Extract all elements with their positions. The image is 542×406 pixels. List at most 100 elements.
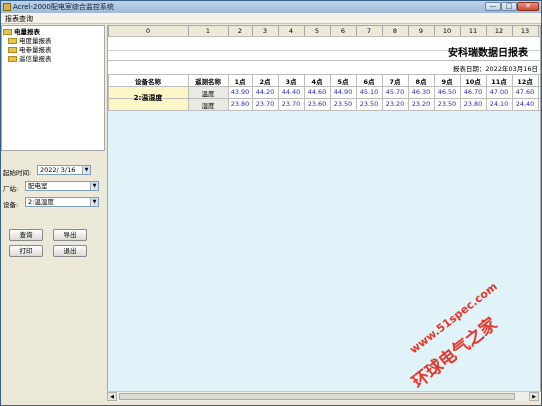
site-value: 配电室 [28, 182, 48, 190]
device-value: 2:温湿度 [28, 198, 54, 206]
column-header: 7 [366, 27, 372, 35]
title-bar[interactable]: Acrel-2000配电室综合监控系统 — □ ✕ [1, 1, 541, 13]
horizontal-scrollbar[interactable]: ◀ ▶ [107, 391, 541, 401]
data-value: 44.40 [281, 88, 301, 96]
data-value: 23.20 [411, 100, 431, 108]
data-value: 46.30 [411, 88, 431, 96]
data-value: 23.50 [359, 100, 379, 108]
data-value: 48 [538, 88, 540, 96]
column-header: 11 [468, 27, 478, 35]
table-header-cell: 10点 [465, 78, 481, 86]
data-value: 23.80 [463, 100, 483, 108]
column-header: 3 [262, 27, 268, 35]
tree-item-label: 遥信量报表 [19, 55, 52, 63]
scroll-left-icon[interactable]: ◀ [107, 392, 117, 401]
tree-root-label: 电量报表 [14, 28, 40, 36]
query-button[interactable]: 查询 [9, 229, 43, 241]
measure-name: 温度 [201, 90, 215, 98]
table-header-cell: 7点 [389, 78, 401, 86]
device-select[interactable]: 2:温湿度 ▼ [25, 197, 99, 207]
data-value: 46.70 [463, 88, 483, 96]
data-value: 44.90 [333, 88, 353, 96]
tree-item-label: 电参量报表 [19, 46, 52, 54]
column-header: 10 [442, 27, 452, 35]
data-value: 45.10 [359, 88, 379, 96]
app-icon [3, 3, 11, 11]
minimize-button[interactable]: — [485, 2, 501, 11]
table-header-cell: 6点 [363, 78, 375, 86]
data-value: 23.80 [230, 100, 250, 108]
data-value: 45.70 [385, 88, 405, 96]
site-label: 厂站: [3, 185, 19, 193]
table-header-cell: 2点 [259, 78, 271, 86]
chevron-down-icon[interactable]: ▼ [90, 198, 98, 206]
start-date-picker[interactable]: 2022/ 3/16 ▼ [37, 165, 91, 175]
data-value: 44.20 [255, 88, 275, 96]
report-title: 安科瑞数据日报表 [448, 48, 528, 59]
table-header-cell: 13 [538, 76, 540, 84]
table-header-cell: 1点 [234, 78, 246, 86]
site-select[interactable]: 配电室 ▼ [25, 181, 99, 191]
table-header-cell: 11点 [491, 78, 507, 86]
tree-item-label: 电度量报表 [19, 37, 52, 45]
column-header: 13 [520, 27, 530, 35]
column-header: 5 [314, 27, 320, 35]
close-button[interactable]: ✕ [517, 2, 539, 11]
scrollbar-thumb[interactable] [119, 393, 515, 400]
tree-item-params[interactable]: 电参量报表 [8, 46, 52, 54]
data-value: 47.00 [489, 88, 509, 96]
measure-name: 湿度 [201, 102, 215, 110]
data-value: 24 [538, 100, 540, 108]
column-header: 1 [205, 27, 211, 35]
window-title: Acrel-2000配电室综合监控系统 [13, 3, 114, 11]
column-header: 0 [145, 27, 151, 35]
device-name: 2:温湿度 [133, 94, 163, 102]
column-header: 9 [418, 27, 424, 35]
data-value: 23.60 [307, 100, 327, 108]
data-value: 23.70 [281, 100, 301, 108]
status-bar [1, 401, 541, 405]
data-value: 23.70 [255, 100, 275, 108]
data-value: 23.20 [385, 100, 405, 108]
exit-button[interactable]: 退出 [53, 245, 87, 257]
print-button[interactable]: 打印 [9, 245, 43, 257]
report-tree: 电量报表 电度量报表 电参量报表 遥信量报表 [1, 25, 105, 151]
app-window: Acrel-2000配电室综合监控系统 — □ ✕ 报表查询 电量报表 电度量报… [0, 0, 542, 406]
column-header: 12 [494, 27, 504, 35]
start-time-label: 起始时间: [3, 169, 32, 177]
table-header-cell: 4点 [311, 78, 323, 86]
folder-icon [3, 29, 12, 35]
data-value: 24.10 [489, 100, 509, 108]
report-grid[interactable]: 0 1 2 3 4 5 6 7 8 9 10 11 12 13 安科瑞数据日报表 报表日期：2022年03月1… [107, 25, 541, 401]
chevron-down-icon[interactable]: ▼ [90, 182, 98, 190]
report-date: 报表日期：2022年03月16日 [452, 65, 538, 73]
table-header-cell: 3点 [285, 78, 297, 86]
export-button[interactable]: 导出 [53, 229, 87, 241]
folder-icon [8, 47, 17, 53]
tree-item-root[interactable]: 电量报表 [3, 28, 40, 36]
device-label: 设备: [3, 201, 19, 209]
data-value: 23.50 [333, 100, 353, 108]
folder-icon [8, 38, 17, 44]
table-header-cell: 8点 [415, 78, 427, 86]
table-header-cell: 遥测名称 [195, 78, 221, 86]
tree-item-signals[interactable]: 遥信量报表 [8, 55, 52, 63]
maximize-button[interactable]: □ [501, 2, 517, 11]
column-header: 2 [237, 27, 243, 35]
table-header-cell: 5点 [337, 78, 349, 86]
chevron-down-icon[interactable]: ▼ [82, 166, 90, 174]
table-header-cell: 9点 [441, 78, 453, 86]
start-date-value: 2022/ 3/16 [40, 166, 76, 174]
data-value: 23.50 [437, 100, 457, 108]
menu-report-query[interactable]: 报表查询 [5, 14, 33, 24]
scroll-right-icon[interactable]: ▶ [529, 392, 539, 401]
column-header: 4 [288, 27, 294, 35]
tree-item-energy[interactable]: 电度量报表 [8, 37, 52, 45]
data-value: 46.50 [437, 88, 457, 96]
data-value: 24.40 [515, 100, 535, 108]
table-header-cell: 设备名称 [135, 78, 161, 86]
data-value: 47.60 [515, 88, 535, 96]
menu-bar: 报表查询 [1, 13, 541, 24]
column-header: 8 [392, 27, 398, 35]
data-value: 43.90 [230, 88, 250, 96]
